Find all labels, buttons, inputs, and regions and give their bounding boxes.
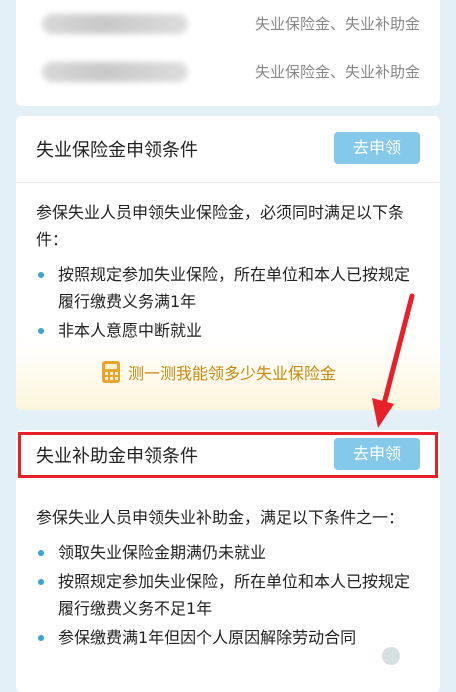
paw-icon <box>382 647 400 665</box>
condition-item: 领取失业保险金期满仍未就业 <box>36 539 420 566</box>
benefits-card: 失业保险金、失业补助金 失业保险金、失业补助金 <box>16 0 440 106</box>
calculator-label: 测一测我能领多少失业保险金 <box>128 364 337 383</box>
benefit-row[interactable]: 失业保险金、失业补助金 <box>16 48 440 94</box>
conditions-list: 按照规定参加失业保险，所在单位和本人已按规定履行缴费义务满1年 非本人意愿中断就… <box>36 261 420 344</box>
conditions-description: 参保失业人员申领失业保险金，必须同时满足以下条件： <box>36 203 405 249</box>
condition-item: 参保缴费满1年但因个人原因解除劳动合同 <box>36 624 420 651</box>
condition-item: 按照规定参加失业保险，所在单位和本人已按规定履行缴费义务满1年 <box>36 261 420 315</box>
conditions-description: 参保失业人员申领失业补助金，满足以下条件之一： <box>36 508 405 527</box>
card-header: 失业保险金申领条件 去申领 <box>16 116 440 183</box>
insurance-conditions-card: 失业保险金申领条件 去申领 参保失业人员申领失业保险金，必须同时满足以下条件： … <box>16 116 440 410</box>
apply-button[interactable]: 去申领 <box>334 132 420 164</box>
watermark-logo <box>382 643 446 683</box>
blurred-name <box>42 14 188 34</box>
calculator-icon <box>102 361 120 383</box>
calculator-link[interactable]: 测一测我能领多少失业保险金 <box>102 360 336 386</box>
calculator-bar: 测一测我能领多少失业保险金 <box>16 338 440 410</box>
card-title: 失业保险金申领条件 <box>36 140 198 161</box>
blurred-name <box>42 62 188 82</box>
benefit-row[interactable]: 失业保险金、失业补助金 <box>16 0 440 46</box>
annotation-highlight-box <box>18 432 438 478</box>
condition-item: 按照规定参加失业保险，所在单位和本人已按规定履行缴费义务不足1年 <box>36 568 420 622</box>
benefit-types: 失业保险金、失业补助金 <box>254 15 420 33</box>
conditions-list: 领取失业保险金期满仍未就业 按照规定参加失业保险，所在单位和本人已按规定履行缴费… <box>36 539 420 651</box>
benefit-types: 失业保险金、失业补助金 <box>254 63 420 81</box>
